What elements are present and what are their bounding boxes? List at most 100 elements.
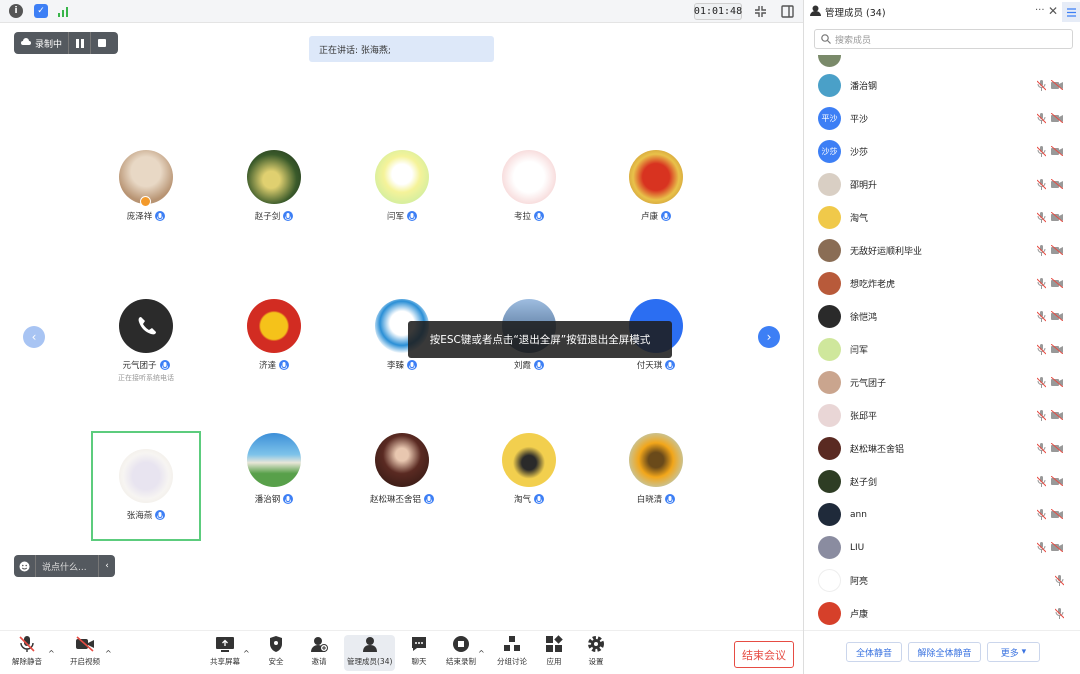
- unmute-button[interactable]: 解除静音: [12, 635, 42, 667]
- muted-mic-icon[interactable]: [1037, 443, 1046, 454]
- list-icon[interactable]: [1062, 2, 1080, 22]
- video-off-icon[interactable]: [1051, 179, 1063, 189]
- member-row[interactable]: 平沙 平沙: [804, 102, 1080, 135]
- member-row[interactable]: ann: [804, 498, 1080, 531]
- member-row[interactable]: 张邱平: [804, 399, 1080, 432]
- exit-fullscreen-icon[interactable]: [752, 3, 769, 20]
- member-avatar: [818, 536, 841, 559]
- audio-options-caret[interactable]: ^: [48, 649, 55, 658]
- participant-tile[interactable]: 赵松琳丕舍铝: [347, 431, 457, 541]
- muted-mic-icon[interactable]: [1037, 113, 1046, 124]
- participant-tile[interactable]: 元气团子 正在接听系统电话: [91, 297, 201, 407]
- video-off-icon[interactable]: [1051, 113, 1063, 123]
- member-row[interactable]: 阿亮: [804, 564, 1080, 597]
- mute-all-button[interactable]: 全体静音: [846, 642, 902, 662]
- video-off-icon[interactable]: [1051, 410, 1063, 420]
- video-off-icon[interactable]: [1051, 278, 1063, 288]
- participant-tile[interactable]: 闫军: [347, 148, 457, 258]
- search-members-input[interactable]: 搜索成员: [814, 29, 1073, 49]
- member-row[interactable]: 赵松琳丕舍铝: [804, 432, 1080, 465]
- video-off-icon[interactable]: [1051, 212, 1063, 222]
- member-row[interactable]: 邵明升: [804, 168, 1080, 201]
- member-row[interactable]: 潘治钢: [804, 69, 1080, 102]
- member-row[interactable]: 想吃炸老虎: [804, 267, 1080, 300]
- muted-mic-icon[interactable]: [1037, 179, 1046, 190]
- member-row[interactable]: 淘气: [804, 201, 1080, 234]
- participant-tile[interactable]: 赵子剑: [219, 148, 329, 258]
- video-off-icon[interactable]: [1051, 377, 1063, 387]
- muted-mic-icon[interactable]: [1037, 212, 1046, 223]
- muted-mic-icon[interactable]: [1037, 509, 1046, 520]
- muted-mic-icon[interactable]: [1037, 278, 1046, 289]
- stop-recording-button[interactable]: [91, 32, 113, 54]
- member-row[interactable]: 闫军: [804, 333, 1080, 366]
- end-recording-button[interactable]: 结束录制: [446, 635, 476, 667]
- security-button[interactable]: 安全: [268, 635, 284, 667]
- member-row[interactable]: 卢康: [804, 597, 1080, 630]
- sidebar-toggle-icon[interactable]: [779, 3, 796, 20]
- member-row[interactable]: LIU: [804, 531, 1080, 564]
- participant-tile[interactable]: 张海燕: [91, 431, 201, 541]
- muted-mic-icon[interactable]: [1037, 410, 1046, 421]
- muted-mic-icon[interactable]: [1037, 344, 1046, 355]
- muted-mic-icon[interactable]: [1037, 80, 1046, 91]
- video-off-icon[interactable]: [1051, 344, 1063, 354]
- apps-button[interactable]: 应用: [545, 635, 563, 667]
- member-row[interactable]: 沙莎 沙莎: [804, 135, 1080, 168]
- member-list[interactable]: 潘治钢 平沙 平沙 沙莎 沙莎 邵明升 淘气 无敌好运顺利毕业 想吃炸老虎 徐恺鸿 闫军 元气团子 张邱…: [804, 55, 1080, 630]
- participant-tile[interactable]: 卢康: [601, 148, 711, 258]
- record-options-caret[interactable]: ^: [478, 649, 485, 658]
- participant-tile[interactable]: 庞泽祥: [91, 148, 201, 258]
- member-row[interactable]: 徐恺鸿: [804, 300, 1080, 333]
- end-meeting-button[interactable]: 结束会议: [734, 641, 794, 668]
- shield-icon[interactable]: ✓: [34, 4, 48, 18]
- chat-button[interactable]: 聊天: [410, 635, 428, 667]
- video-off-icon[interactable]: [1051, 476, 1063, 486]
- video-off-icon[interactable]: [1051, 443, 1063, 453]
- chat-input[interactable]: 说点什么...: [36, 555, 99, 577]
- unmute-all-button[interactable]: 解除全体静音: [908, 642, 981, 662]
- muted-mic-icon[interactable]: [1055, 575, 1064, 586]
- collapse-chat-icon[interactable]: ‹: [99, 561, 115, 571]
- muted-mic-icon[interactable]: [1037, 311, 1046, 322]
- muted-mic-icon[interactable]: [1037, 377, 1046, 388]
- participant-tile[interactable]: 白晓清: [601, 431, 711, 541]
- pause-recording-button[interactable]: [69, 32, 92, 54]
- start-video-button[interactable]: 开启视频: [70, 635, 100, 667]
- member-row[interactable]: 无敌好运顺利毕业: [804, 234, 1080, 267]
- member-status-icons: [1037, 212, 1063, 223]
- muted-mic-icon[interactable]: [1037, 146, 1046, 157]
- prev-page-button[interactable]: ‹: [23, 326, 45, 348]
- video-off-icon[interactable]: [1051, 542, 1063, 552]
- muted-mic-icon[interactable]: [1037, 476, 1046, 487]
- share-options-caret[interactable]: ^: [243, 649, 250, 658]
- muted-mic-icon[interactable]: [1037, 542, 1046, 553]
- muted-mic-icon[interactable]: [1037, 245, 1046, 256]
- manage-members-button[interactable]: 管理成员(34): [344, 635, 396, 671]
- more-options-icon[interactable]: ···: [1035, 5, 1045, 16]
- video-off-icon[interactable]: [1051, 245, 1063, 255]
- video-off-icon[interactable]: [1051, 146, 1063, 156]
- participant-tile[interactable]: 淘气: [474, 431, 584, 541]
- member-row[interactable]: 元气团子: [804, 366, 1080, 399]
- video-off-icon[interactable]: [1051, 80, 1063, 90]
- quick-chat-box[interactable]: 说点什么... ‹: [14, 555, 115, 577]
- participant-tile[interactable]: 潘治钢: [219, 431, 329, 541]
- muted-mic-icon[interactable]: [1055, 608, 1064, 619]
- video-options-caret[interactable]: ^: [105, 649, 112, 658]
- breakout-button[interactable]: 分组讨论: [497, 635, 527, 667]
- signal-icon[interactable]: [57, 4, 71, 18]
- share-screen-button[interactable]: 共享屏幕: [210, 635, 240, 667]
- emoji-icon[interactable]: [14, 555, 36, 577]
- more-button[interactable]: 更多 ▾: [987, 642, 1040, 662]
- video-off-icon[interactable]: [1051, 509, 1063, 519]
- participant-tile[interactable]: 济達: [219, 297, 329, 407]
- invite-button[interactable]: 邀请: [310, 635, 328, 667]
- participant-tile[interactable]: 考拉: [474, 148, 584, 258]
- next-page-button[interactable]: ›: [758, 326, 780, 348]
- settings-button[interactable]: 设置: [587, 635, 605, 667]
- video-off-icon[interactable]: [1051, 311, 1063, 321]
- info-icon[interactable]: i: [9, 4, 23, 18]
- close-icon[interactable]: ✕: [1048, 4, 1058, 18]
- member-row[interactable]: 赵子剑: [804, 465, 1080, 498]
